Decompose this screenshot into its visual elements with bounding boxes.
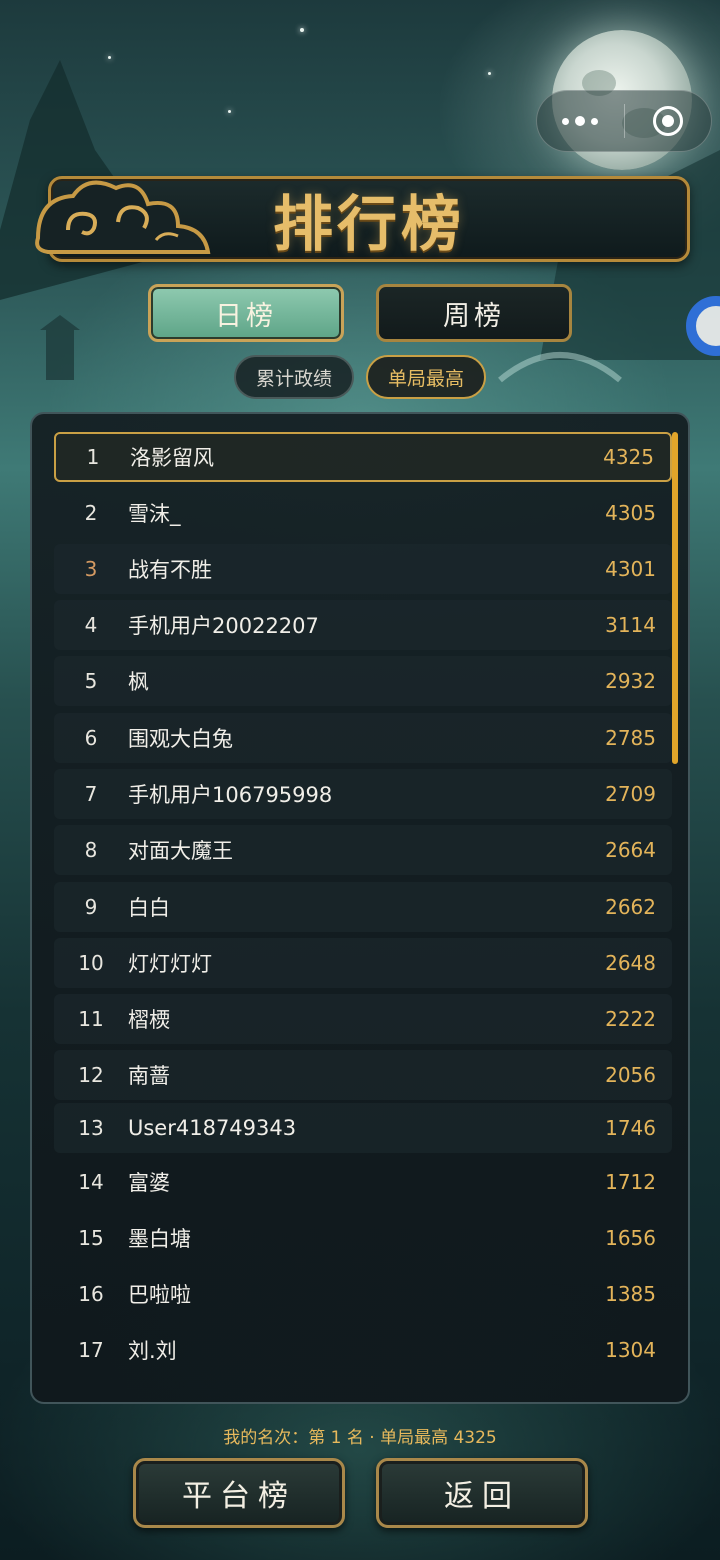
back-button[interactable]: 返回: [376, 1458, 588, 1528]
leaderboard-row[interactable]: 4 手机用户20022207 3114: [54, 600, 672, 650]
leaderboard-row[interactable]: 17 刘.刘 1304: [54, 1325, 672, 1375]
player-score: 3114: [605, 613, 656, 637]
leaderboard-row[interactable]: 8 对面大魔王 2664: [54, 825, 672, 875]
player-name: 对面大魔王: [128, 839, 233, 863]
leaderboard-row[interactable]: 1 洛影留风 4325: [54, 432, 672, 482]
leaderboard-scrollbar[interactable]: [672, 432, 678, 764]
leaderboard-row[interactable]: 7 手机用户106795998 2709: [54, 769, 672, 819]
leaderboard-row[interactable]: 6 围观大白兔 2785: [54, 713, 672, 763]
my-rank-summary: 我的名次：第 1 名 · 单局最高 4325: [223, 1428, 497, 1448]
tab-single-game-best[interactable]: 单局最高: [366, 355, 486, 399]
player-score: 4305: [605, 501, 656, 525]
player-score: 1656: [605, 1226, 656, 1250]
tab-weekly[interactable]: 周榜: [376, 284, 572, 342]
rank-number: 6: [84, 726, 98, 750]
leaderboard-panel[interactable]: 1 洛影留风 4325 2 雪沫_ 4305 3 战有不胜 4301 4 手机用户20022207 3…: [30, 412, 690, 1404]
rank-number: 1: [86, 445, 100, 469]
rank-number: 2: [84, 501, 98, 525]
player-score: 2664: [605, 838, 656, 862]
page-title: 排行榜: [273, 189, 465, 260]
rank-number: 13: [78, 1116, 104, 1140]
platform-rank-button[interactable]: 平台榜: [133, 1458, 345, 1528]
rank-number: 8: [84, 838, 98, 862]
player-name: 灯灯灯灯: [128, 952, 212, 976]
player-score: 1746: [605, 1116, 656, 1140]
tab-daily-label: 日榜: [215, 300, 277, 332]
player-score: 2709: [605, 782, 656, 806]
player-score: 1304: [605, 1338, 656, 1362]
player-name: 南蔷: [128, 1064, 170, 1088]
rank-number: 5: [84, 669, 98, 693]
player-name: 枫: [128, 670, 149, 694]
star-decoration: [488, 72, 491, 75]
leaderboard-row[interactable]: 13 User418749343 1746: [54, 1103, 672, 1153]
floating-assistant-icon[interactable]: [686, 296, 720, 356]
rank-number: 12: [78, 1063, 104, 1087]
player-name: 雪沫_: [128, 502, 181, 526]
back-button-label: 返回: [444, 1479, 520, 1514]
tab-weekly-label: 周榜: [443, 300, 505, 332]
leaderboard-row[interactable]: 16 巴啦啦 1385: [54, 1269, 672, 1319]
cloud-ornament-icon: [35, 180, 211, 254]
player-score: 2932: [605, 669, 656, 693]
leaderboard-row[interactable]: 3 战有不胜 4301: [54, 544, 672, 594]
player-score: 2648: [605, 951, 656, 975]
player-name: User418749343: [128, 1116, 297, 1140]
player-name: 巴啦啦: [128, 1283, 191, 1307]
star-decoration: [300, 28, 304, 32]
more-button[interactable]: [537, 91, 624, 151]
rank-number: 16: [78, 1282, 104, 1306]
leaderboard-row[interactable]: 2 雪沫_ 4305: [54, 488, 672, 538]
close-mini-program-button[interactable]: [625, 91, 712, 151]
tab-cumulative-score-label: 累计政绩: [255, 367, 332, 390]
mini-program-capsule: [536, 90, 712, 152]
player-score: 2785: [605, 726, 656, 750]
target-close-icon: [652, 106, 683, 136]
leaderboard-row[interactable]: 5 枫 2932: [54, 656, 672, 706]
player-name: 手机用户20022207: [128, 614, 319, 638]
tab-daily[interactable]: 日榜: [148, 284, 344, 342]
player-name: 白白: [128, 896, 170, 920]
leaderboard-row[interactable]: 10 灯灯灯灯 2648: [54, 938, 672, 988]
player-score: 2662: [605, 895, 656, 919]
player-name: 手机用户106795998: [128, 783, 333, 807]
more-dots-icon: [562, 116, 599, 126]
rank-number: 10: [78, 951, 104, 975]
rank-number: 14: [78, 1170, 104, 1194]
leaderboard-row[interactable]: 11 槢樮 2222: [54, 994, 672, 1044]
leaderboard-row[interactable]: 15 墨白塘 1656: [54, 1213, 672, 1263]
player-score: 2222: [605, 1007, 656, 1031]
player-score: 4301: [605, 557, 656, 581]
player-name: 战有不胜: [128, 558, 212, 582]
star-decoration: [108, 56, 111, 59]
leaderboard-row[interactable]: 9 白白 2662: [54, 882, 672, 932]
leaderboard-row[interactable]: 14 富婆 1712: [54, 1157, 672, 1207]
star-decoration: [228, 110, 231, 113]
player-score: 4325: [603, 445, 654, 469]
rank-number: 7: [84, 782, 98, 806]
player-name: 刘.刘: [128, 1339, 177, 1363]
player-name: 墨白塘: [128, 1227, 191, 1251]
tab-single-game-best-label: 单局最高: [387, 367, 464, 390]
player-name: 槢樮: [128, 1008, 170, 1032]
tab-cumulative-score[interactable]: 累计政绩: [234, 355, 354, 399]
player-score: 1385: [605, 1282, 656, 1306]
player-score: 1712: [605, 1170, 656, 1194]
rank-number: 17: [78, 1338, 104, 1362]
player-name: 洛影留风: [130, 446, 214, 470]
player-name: 围观大白兔: [128, 727, 233, 751]
rank-number: 9: [84, 895, 98, 919]
leaderboard-row[interactable]: 12 南蔷 2056: [54, 1050, 672, 1100]
rank-number: 3: [84, 557, 98, 581]
rank-number: 11: [78, 1007, 104, 1031]
player-score: 2056: [605, 1063, 656, 1087]
player-name: 富婆: [128, 1171, 170, 1195]
rank-number: 4: [84, 613, 98, 637]
rank-number: 15: [78, 1226, 104, 1250]
platform-rank-button-label: 平台榜: [182, 1479, 296, 1514]
